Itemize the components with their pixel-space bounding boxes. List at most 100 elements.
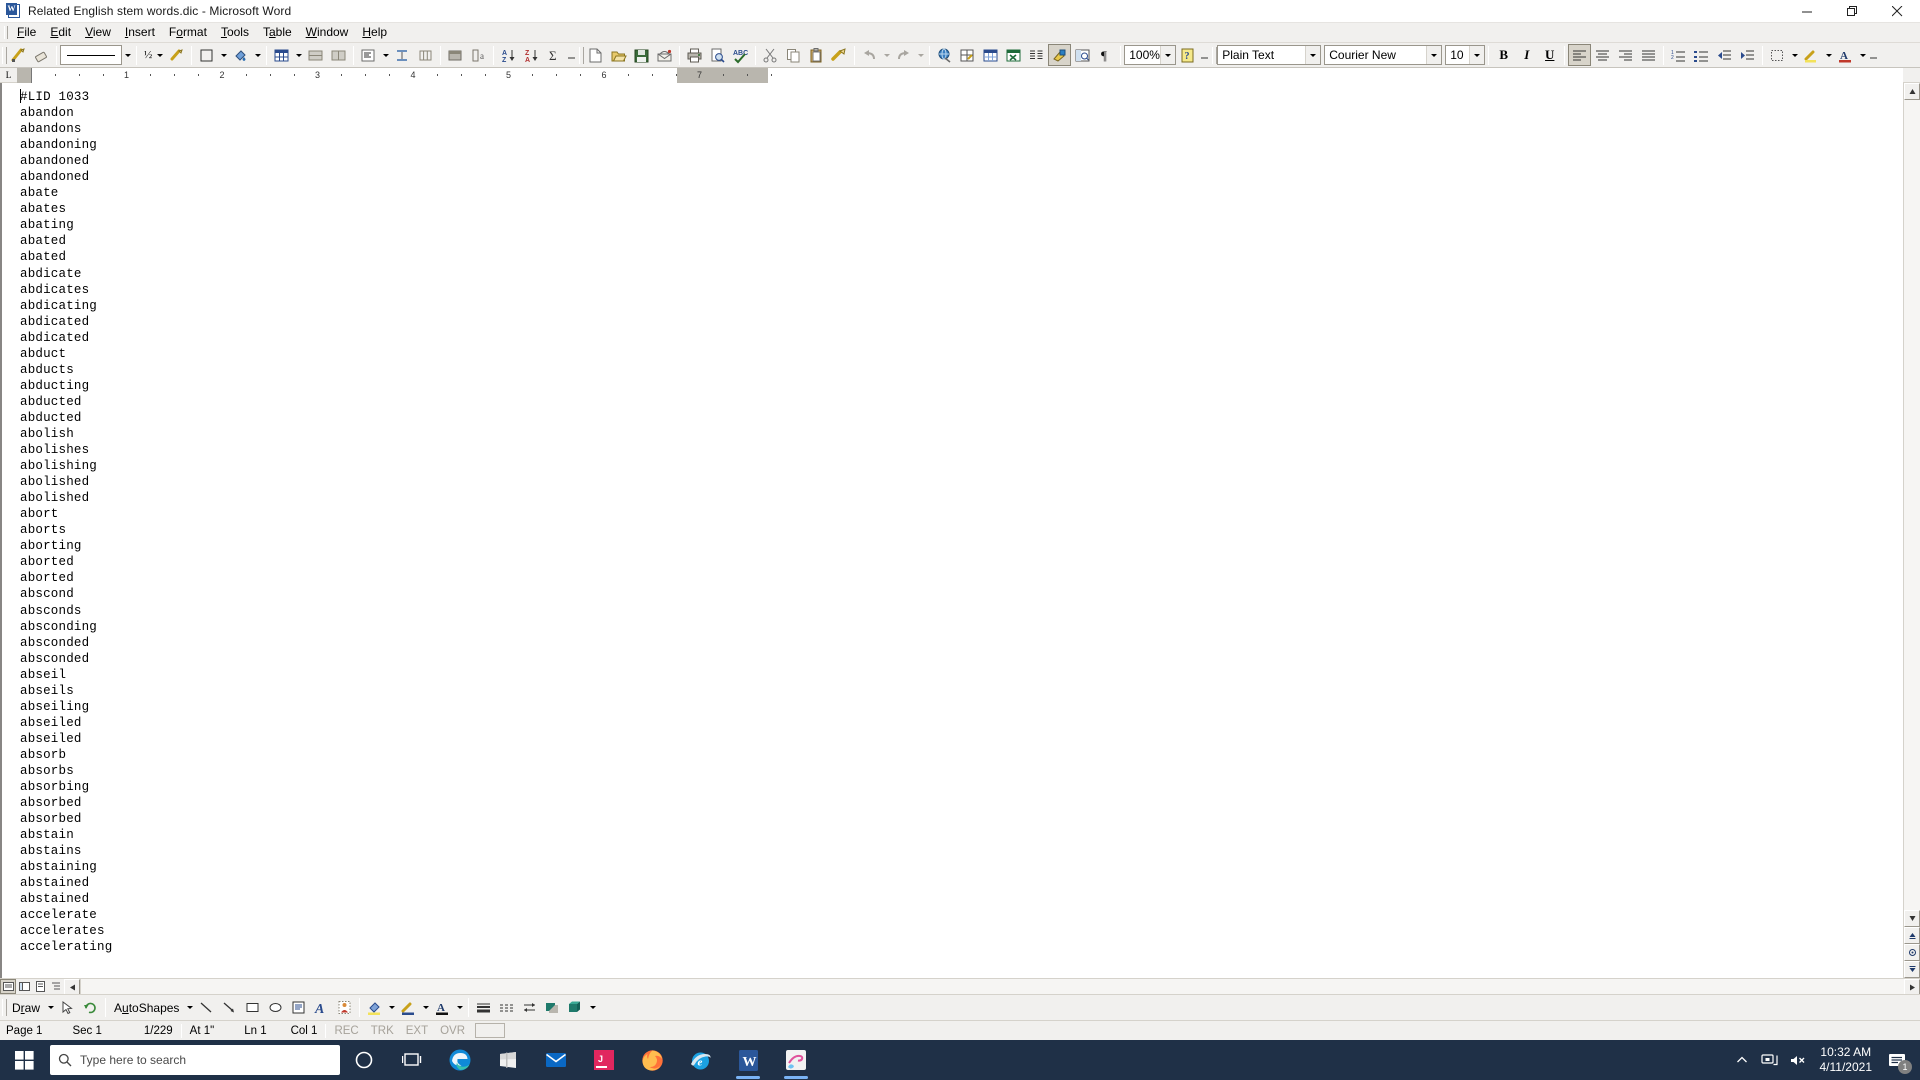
document-map-icon[interactable] [1071, 44, 1094, 66]
menu-help[interactable]: Help [355, 23, 394, 42]
line-weight-icon[interactable]: ½ [140, 44, 154, 66]
format-painter-icon[interactable] [828, 44, 851, 66]
draw-menu-button[interactable]: Draw [7, 1001, 45, 1015]
style-dropdown-arrow[interactable] [1305, 46, 1321, 64]
tables-and-borders-icon[interactable] [956, 44, 979, 66]
tables-borders-overflow-arrow[interactable] [566, 44, 577, 66]
dash-style-icon[interactable] [495, 997, 518, 1019]
arrow-style-icon[interactable] [518, 997, 541, 1019]
3d-style-icon[interactable] [564, 997, 587, 1019]
outline-view-button[interactable] [48, 979, 64, 994]
decrease-indent-button[interactable] [1713, 44, 1736, 66]
rectangle-icon[interactable] [241, 997, 264, 1019]
line-color-dropdown-arrow[interactable] [420, 997, 431, 1019]
outside-border-button-dropdown-arrow[interactable] [1789, 44, 1800, 66]
line-color-icon[interactable] [397, 997, 420, 1019]
next-page-button[interactable] [1904, 961, 1920, 978]
cortana-icon[interactable] [340, 1040, 388, 1080]
align-left-button[interactable] [1568, 44, 1592, 66]
line-style-dropdown-arrow[interactable] [122, 44, 133, 66]
menu-window[interactable]: Window [299, 23, 356, 42]
insert-table-icon-std[interactable] [979, 44, 1002, 66]
autosum-icon[interactable]: Σ [543, 44, 566, 66]
insert-table-dropdown-arrow[interactable] [293, 44, 304, 66]
print-layout-view-button[interactable] [32, 979, 48, 994]
sort-ascending-icon[interactable]: AZ [497, 44, 520, 66]
font-color-dropdown-arrow-draw[interactable] [454, 997, 465, 1019]
notifications-button[interactable]: 1 [1880, 1040, 1914, 1080]
status-overtype[interactable]: OVR [434, 1025, 471, 1037]
print-preview-icon[interactable] [706, 44, 729, 66]
align-cell-dropdown-arrow[interactable] [380, 44, 391, 66]
insert-wordart-icon[interactable]: A [310, 997, 333, 1019]
status-record-macro[interactable]: REC [328, 1025, 364, 1037]
numbering-button[interactable]: 12 [1667, 44, 1690, 66]
change-text-direction-icon[interactable]: a [467, 44, 490, 66]
formatting-toolbar-grip[interactable] [1210, 45, 1218, 66]
microsoft-word-help-icon[interactable]: ? [1176, 44, 1199, 66]
oval-icon[interactable] [264, 997, 287, 1019]
sort-descending-icon[interactable]: ZA [520, 44, 543, 66]
line-weight-dropdown-arrow[interactable] [154, 44, 165, 66]
scroll-down-button[interactable] [1904, 910, 1920, 927]
align-cell-icon[interactable] [357, 44, 380, 66]
status-spelling-indicator[interactable] [475, 1023, 506, 1038]
draw-menu-arrow[interactable] [45, 997, 56, 1019]
bold-button[interactable]: B [1492, 44, 1515, 66]
status-track-changes[interactable]: TRK [365, 1025, 400, 1037]
autoshapes-menu-arrow[interactable] [184, 997, 195, 1019]
email-icon[interactable] [653, 44, 676, 66]
task-view-icon[interactable] [388, 1040, 436, 1080]
web-layout-view-button[interactable] [16, 979, 32, 994]
shading-color-icon[interactable] [229, 44, 252, 66]
menu-view[interactable]: View [78, 23, 118, 42]
start-button[interactable] [0, 1040, 48, 1080]
font-size-combo[interactable]: 10 [1445, 45, 1486, 65]
menu-edit[interactable]: Edit [43, 23, 78, 42]
insert-excel-spreadsheet-icon[interactable] [1002, 44, 1025, 66]
previous-page-button[interactable] [1904, 927, 1920, 944]
insert-clip-art-icon[interactable] [333, 997, 356, 1019]
menu-file[interactable]: File [10, 23, 43, 42]
line-icon[interactable] [195, 997, 218, 1019]
outside-border-dropdown-arrow[interactable] [218, 44, 229, 66]
increase-indent-button[interactable] [1736, 44, 1759, 66]
font-color-dropdown-arrow[interactable] [1857, 44, 1868, 66]
menu-insert[interactable]: Insert [118, 23, 162, 42]
horizontal-ruler[interactable]: 1 2 3 4 5 6 7 [17, 68, 1903, 83]
microsoft-word-icon[interactable]: W [724, 1040, 772, 1080]
status-extend-selection[interactable]: EXT [400, 1025, 434, 1037]
font-color-icon[interactable]: A [431, 997, 454, 1019]
fill-color-dropdown-arrow[interactable] [386, 997, 397, 1019]
normal-view-button[interactable] [0, 979, 16, 994]
menu-bar-grip[interactable] [2, 25, 8, 40]
cut-icon[interactable] [759, 44, 782, 66]
redo-icon[interactable] [892, 44, 915, 66]
minimize-button[interactable] [1785, 0, 1830, 23]
justify-button[interactable] [1637, 44, 1660, 66]
text-box-icon[interactable] [287, 997, 310, 1019]
italic-button[interactable]: I [1515, 44, 1538, 66]
vertical-scrollbar[interactable] [1903, 83, 1920, 978]
shading-color-dropdown-arrow[interactable] [252, 44, 263, 66]
insert-table-icon[interactable] [270, 44, 293, 66]
font-dropdown-arrow[interactable] [1426, 46, 1442, 64]
drawing-toolbar-overflow-arrow[interactable] [587, 997, 598, 1019]
volume-muted-icon[interactable] [1784, 1040, 1812, 1080]
show-formatting-marks-icon[interactable]: ¶ [1094, 44, 1117, 66]
undo-dropdown-arrow[interactable] [881, 44, 892, 66]
internet-explorer-icon[interactable]: e [676, 1040, 724, 1080]
open-icon[interactable] [607, 44, 630, 66]
drawing-icon[interactable] [1048, 44, 1072, 66]
show-hidden-icons-chevron[interactable] [1728, 1040, 1756, 1080]
highlight-dropdown-arrow[interactable] [1823, 44, 1834, 66]
select-objects-icon[interactable] [56, 997, 79, 1019]
spelling-grammar-icon[interactable]: ABC [729, 44, 752, 66]
mail-icon[interactable] [532, 1040, 580, 1080]
formatting-toolbar-overflow-arrow[interactable] [1868, 44, 1879, 66]
distribute-rows-icon[interactable] [391, 44, 414, 66]
underline-button[interactable]: U [1538, 44, 1561, 66]
fill-color-icon[interactable] [363, 997, 386, 1019]
outside-border-icon[interactable] [195, 44, 218, 66]
menu-table[interactable]: Table [256, 23, 299, 42]
